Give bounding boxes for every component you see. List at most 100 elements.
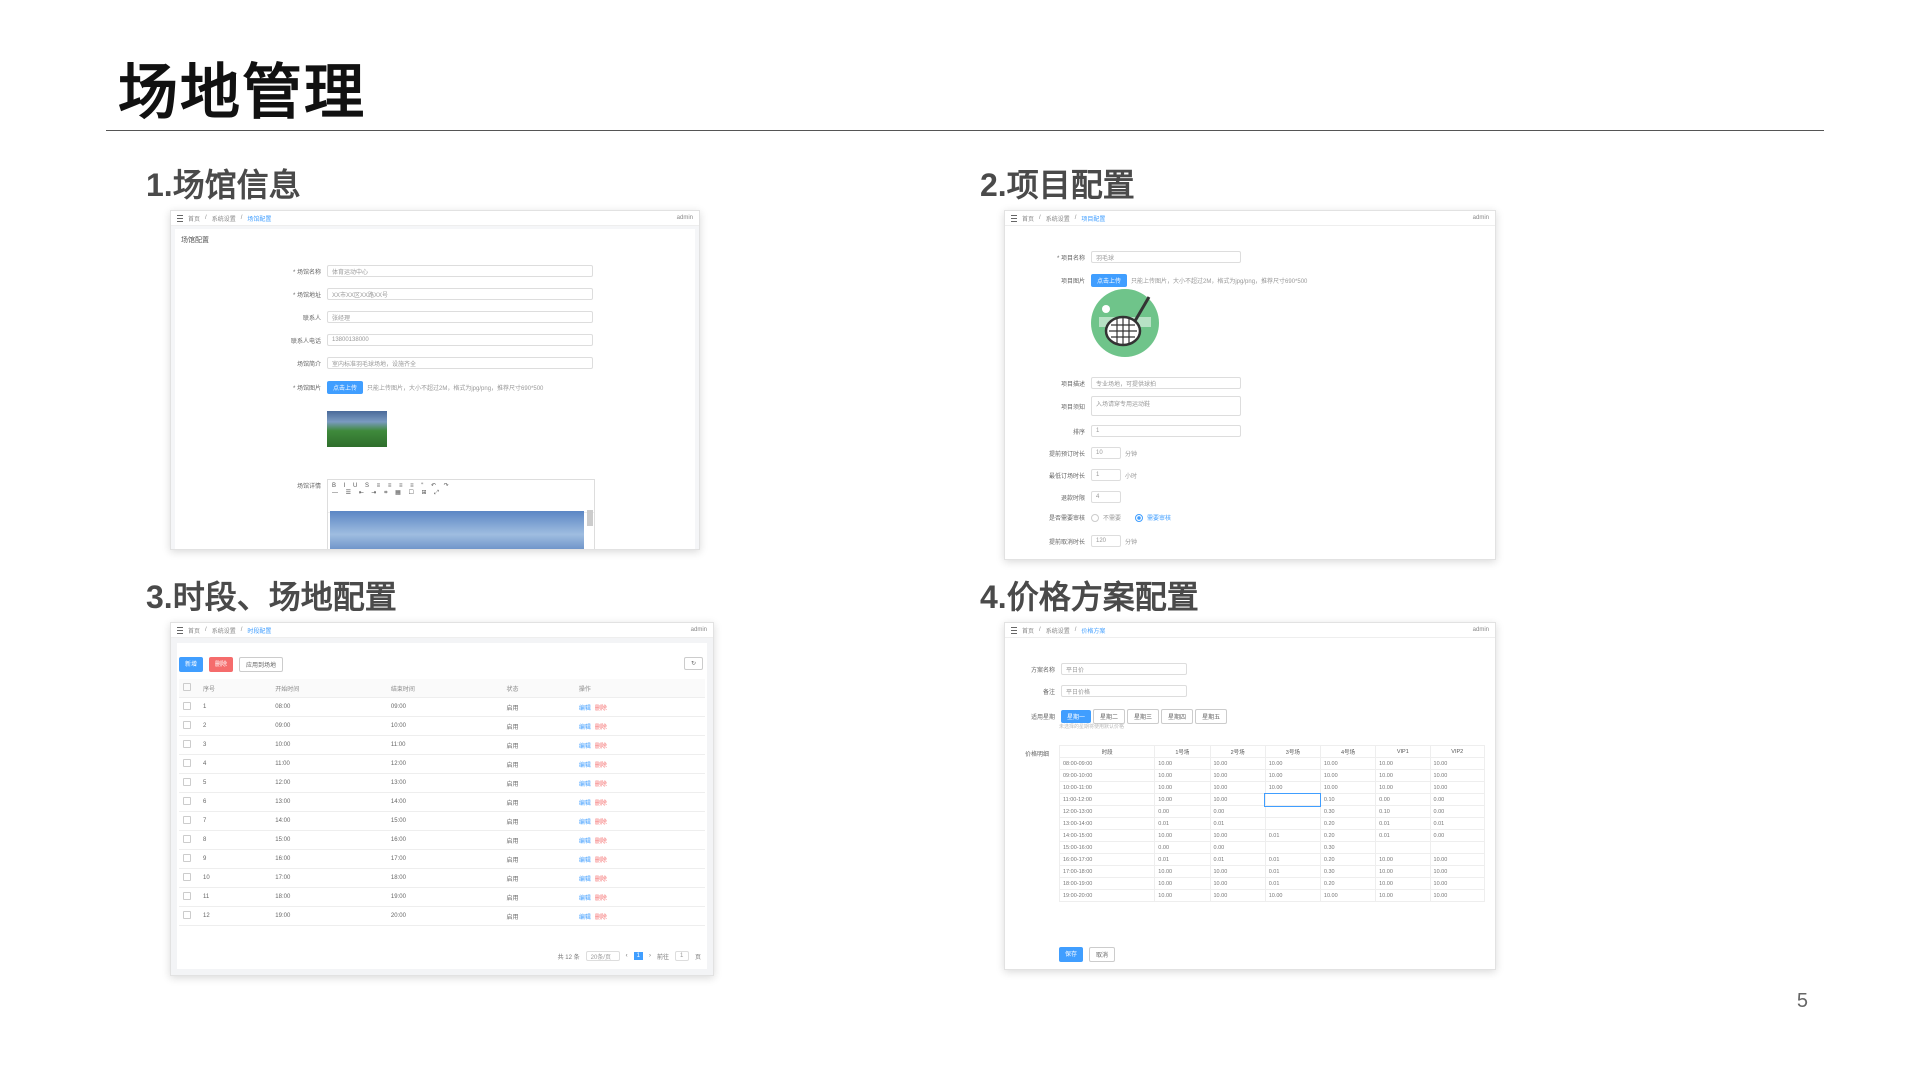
price-input-cell[interactable]: 10.00 (1209, 829, 1266, 842)
project-notice-textarea[interactable]: 入场请穿专用运动鞋 (1091, 396, 1241, 416)
min-duration-input[interactable]: 1 (1091, 469, 1121, 481)
user-menu[interactable]: admin (691, 627, 707, 633)
price-input-cell[interactable]: 0.00 (1429, 829, 1486, 842)
menu-icon[interactable] (1011, 214, 1017, 222)
price-input-cell[interactable] (1375, 841, 1431, 854)
price-input-cell[interactable]: 0.00 (1429, 805, 1486, 818)
price-input-cell[interactable]: 0.00 (1209, 841, 1266, 854)
advance-booking-input[interactable]: 10 (1091, 447, 1121, 459)
edit-link[interactable]: 编辑 (579, 782, 591, 788)
price-input-cell[interactable]: 10.00 (1264, 769, 1321, 782)
price-input-cell[interactable]: 10.00 (1429, 865, 1486, 878)
price-input-cell[interactable]: 0.10 (1319, 793, 1377, 806)
row-checkbox[interactable] (183, 854, 191, 862)
row-checkbox[interactable] (183, 740, 191, 748)
delete-link[interactable]: 删除 (595, 858, 607, 864)
contact-input[interactable]: 张经理 (327, 311, 593, 323)
save-button[interactable]: 保存 (1059, 947, 1084, 962)
upload-button[interactable]: 点击上传 (1091, 274, 1128, 287)
price-input-cell[interactable]: 0.01 (1154, 853, 1211, 866)
delete-link[interactable]: 删除 (595, 763, 607, 769)
row-checkbox[interactable] (183, 759, 191, 767)
row-checkbox[interactable] (183, 702, 191, 710)
price-input-cell[interactable]: 10.00 (1264, 889, 1321, 902)
price-input-cell[interactable]: 10.00 (1375, 757, 1431, 770)
price-input-cell[interactable] (1264, 841, 1321, 854)
venue-intro-input[interactable]: 室内标准羽毛球场地，设施齐全 (327, 357, 593, 369)
price-input-cell[interactable]: 10.00 (1154, 865, 1211, 878)
price-input-cell[interactable]: 0.30 (1319, 841, 1377, 854)
delete-button[interactable]: 删除 (209, 657, 234, 672)
project-name-input[interactable]: 羽毛球 (1091, 251, 1241, 263)
price-input-cell[interactable]: 10.00 (1209, 769, 1266, 782)
price-input-cell[interactable]: 0.10 (1375, 805, 1431, 818)
contact-phone-input[interactable]: 13800138000 (327, 334, 593, 346)
scrollbar[interactable] (587, 510, 593, 526)
price-input-cell[interactable]: 0.20 (1319, 877, 1377, 890)
breadcrumb-home[interactable]: 首页 (1022, 214, 1034, 223)
user-menu[interactable]: admin (1473, 627, 1489, 633)
delete-link[interactable]: 删除 (595, 820, 607, 826)
row-checkbox[interactable] (183, 721, 191, 729)
cancel-button[interactable]: 取消 (1089, 947, 1116, 962)
row-checkbox[interactable] (183, 911, 191, 919)
price-input-cell[interactable]: 0.01 (1264, 877, 1321, 890)
edit-link[interactable]: 编辑 (579, 877, 591, 883)
row-checkbox[interactable] (183, 873, 191, 881)
edit-link[interactable]: 编辑 (579, 839, 591, 845)
breadcrumb-settings[interactable]: 系统设置 (1046, 214, 1070, 223)
user-menu[interactable]: admin (677, 215, 693, 221)
price-input-cell[interactable]: 10.00 (1319, 769, 1377, 782)
edit-link[interactable]: 编辑 (579, 820, 591, 826)
price-input-cell[interactable]: 0.01 (1209, 853, 1266, 866)
price-input-cell[interactable]: 10.00 (1429, 877, 1486, 890)
price-input-cell[interactable]: 0.01 (1375, 817, 1431, 830)
delete-link[interactable]: 删除 (595, 915, 607, 921)
price-input-cell[interactable]: 10.00 (1209, 889, 1266, 902)
edit-link[interactable]: 编辑 (579, 744, 591, 750)
price-input-cell[interactable]: 10.00 (1429, 853, 1486, 866)
prev-page-button[interactable]: ‹ (626, 953, 628, 959)
row-checkbox[interactable] (183, 835, 191, 843)
price-input-cell[interactable]: 10.00 (1319, 757, 1377, 770)
price-input-cell[interactable]: 0.30 (1319, 805, 1377, 818)
row-checkbox[interactable] (183, 816, 191, 824)
delete-link[interactable]: 删除 (595, 839, 607, 845)
breadcrumb-settings[interactable]: 系统设置 (212, 214, 236, 223)
price-input-cell[interactable]: 10.00 (1154, 889, 1211, 902)
price-input-cell[interactable]: 0.00 (1375, 793, 1431, 806)
edit-link[interactable]: 编辑 (579, 915, 591, 921)
refund-limit-input[interactable]: 4 (1091, 491, 1121, 503)
price-input-cell[interactable] (1264, 817, 1321, 830)
edit-link[interactable]: 编辑 (579, 801, 591, 807)
sort-input[interactable]: 1 (1091, 425, 1241, 437)
weekday-button[interactable]: 星期四 (1161, 709, 1194, 724)
price-input-cell[interactable]: 0.01 (1209, 817, 1266, 830)
radio-no-review[interactable] (1091, 513, 1099, 522)
weekday-button[interactable]: 星期三 (1127, 709, 1160, 724)
price-input-cell[interactable]: 0.20 (1319, 817, 1377, 830)
price-input-cell[interactable]: 10.00 (1264, 781, 1321, 794)
row-checkbox[interactable] (183, 797, 191, 805)
menu-icon[interactable] (177, 626, 183, 634)
price-input-cell[interactable]: 10.00 (1209, 865, 1266, 878)
price-input-cell[interactable]: 0.01 (1264, 853, 1321, 866)
next-page-button[interactable]: › (649, 953, 651, 959)
price-input-cell[interactable]: 0.30 (1319, 865, 1377, 878)
price-input-cell[interactable]: 0.01 (1375, 829, 1431, 842)
edit-link[interactable]: 编辑 (579, 858, 591, 864)
breadcrumb-settings[interactable]: 系统设置 (1046, 626, 1070, 635)
price-input-cell[interactable]: 10.00 (1209, 793, 1266, 806)
price-input-cell[interactable]: 10.00 (1375, 889, 1431, 902)
plan-name-input[interactable]: 平日价 (1061, 663, 1187, 675)
price-input-cell[interactable]: 10.00 (1429, 757, 1486, 770)
weekday-button[interactable]: 星期一 (1061, 710, 1092, 723)
price-input-cell[interactable]: 10.00 (1154, 877, 1211, 890)
price-input-cell[interactable]: 10.00 (1209, 781, 1266, 794)
user-menu[interactable]: admin (1473, 215, 1489, 221)
upload-button[interactable]: 点击上传 (327, 381, 364, 394)
breadcrumb-settings[interactable]: 系统设置 (212, 626, 236, 635)
price-input-cell[interactable]: 10.00 (1375, 877, 1431, 890)
radio-need-review[interactable] (1135, 513, 1144, 522)
price-input-cell[interactable]: 0.01 (1264, 865, 1321, 878)
